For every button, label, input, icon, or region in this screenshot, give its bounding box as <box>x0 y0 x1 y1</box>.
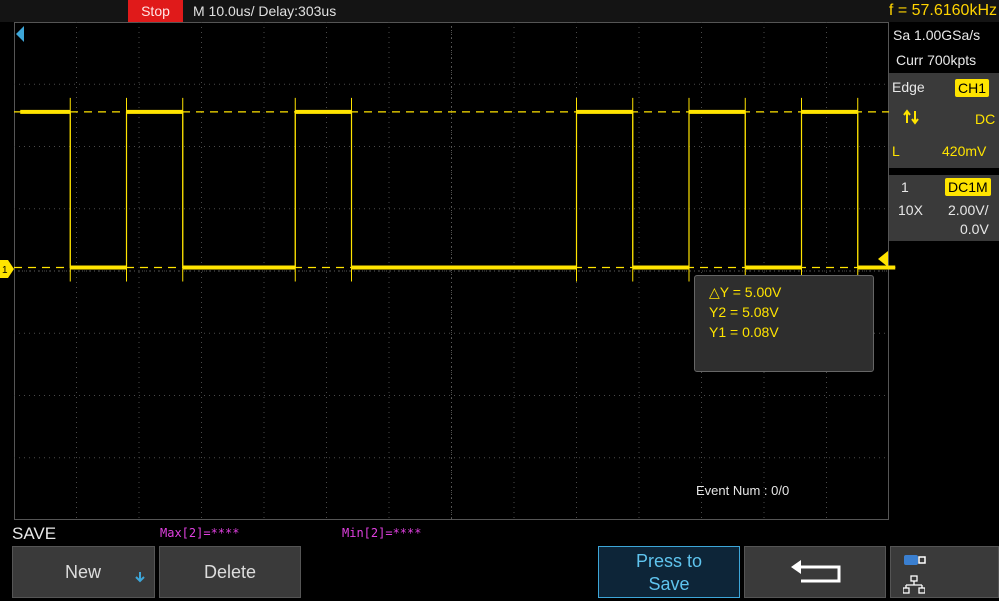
usb-storage-icon <box>904 555 926 565</box>
press-to-save-line1: Press to <box>635 551 703 571</box>
graticule-grid <box>14 22 889 520</box>
trigger-type: Edge <box>892 79 925 95</box>
rising-falling-edge-icon <box>903 109 919 125</box>
max-readout: Max[2]=**** <box>160 526 240 540</box>
channel-number: 1 <box>901 179 909 195</box>
cursor-y2: Y2 = 5.08V <box>709 304 779 320</box>
cursor-y1: Y1 = 0.08V <box>709 324 779 340</box>
ch1-waveform-path <box>20 111 896 269</box>
arrow-down-icon <box>135 572 145 583</box>
vertical-scale: 2.00V/ <box>948 202 989 218</box>
channel-coupling-badge: DC1M <box>945 178 991 196</box>
status-icons-area <box>890 546 999 598</box>
min-readout: Min[2]=**** <box>342 526 422 540</box>
trigger-panel[interactable]: Edge CH1 DC L 420mV <box>889 73 999 168</box>
new-button-label: New <box>65 562 102 582</box>
trigger-position-marker-icon <box>16 26 24 42</box>
press-to-save-line2: Save <box>648 574 690 594</box>
event-number: Event Num : 0/0 <box>696 483 790 498</box>
back-button[interactable] <box>744 546 886 598</box>
cursor-measurement-box: △Y = 5.00V Y2 = 5.08V Y1 = 0.08V <box>694 275 874 372</box>
trigger-level-marker-icon[interactable] <box>876 251 888 267</box>
vertical-offset: 0.0V <box>960 221 989 237</box>
channel1-panel[interactable]: 1 DC1M 10X 2.00V/ 0.0V <box>889 175 999 241</box>
ch1-trace <box>14 97 896 282</box>
trigger-level-label: L <box>892 143 900 159</box>
memory-depth: Curr 700kpts <box>896 52 977 68</box>
delete-button[interactable]: Delete <box>159 546 301 598</box>
delete-button-label: Delete <box>203 562 257 582</box>
trigger-level-value: 420mV <box>942 143 987 159</box>
cursor-delta-y: △Y = 5.00V <box>709 284 782 300</box>
ch1-ground-marker-icon[interactable]: 1 <box>0 260 14 278</box>
menu-title: SAVE <box>12 524 57 543</box>
press-to-save-button[interactable]: Press to Save <box>598 546 740 598</box>
new-button[interactable]: New <box>12 546 155 598</box>
trigger-source: CH1 <box>955 79 990 97</box>
return-arrow-icon <box>791 560 841 583</box>
probe-attenuation: 10X <box>898 202 923 218</box>
sample-rate: Sa 1.00GSa/s <box>893 27 981 43</box>
network-icon <box>903 575 925 594</box>
ch1-marker-label: 1 <box>2 265 8 276</box>
trigger-coupling: DC <box>975 111 996 127</box>
